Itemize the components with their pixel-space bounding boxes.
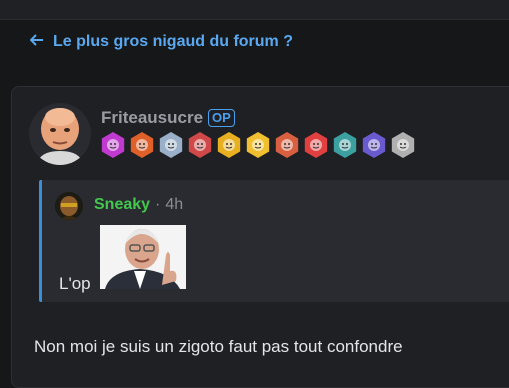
quote-separator: · bbox=[155, 196, 161, 213]
rainbow-badge-icon[interactable] bbox=[217, 132, 241, 158]
face-badge-icon[interactable] bbox=[304, 132, 328, 158]
badge-list bbox=[100, 132, 416, 158]
back-to-thread-link[interactable]: Le plus gros nigaud du forum ? bbox=[29, 33, 293, 51]
quote-author-name[interactable]: Sneaky bbox=[94, 196, 150, 214]
thread-title[interactable]: Le plus gros nigaud du forum ? bbox=[53, 33, 293, 51]
author-avatar[interactable] bbox=[29, 103, 91, 165]
author-name[interactable]: Friteausucre bbox=[101, 108, 203, 128]
top-bar bbox=[0, 0, 509, 20]
old-man-pointing-meme[interactable] bbox=[100, 225, 186, 289]
quote-timestamp: 4h bbox=[165, 196, 184, 213]
face-badge-icon[interactable] bbox=[159, 132, 183, 158]
face-badge-icon[interactable] bbox=[275, 132, 299, 158]
author-line: Friteausucre OP bbox=[101, 108, 235, 128]
animal-badge-icon[interactable] bbox=[333, 132, 357, 158]
quote-header: Sneaky · 4h bbox=[94, 196, 183, 214]
quote-text: L'op bbox=[59, 274, 91, 293]
clown-badge-icon[interactable] bbox=[130, 132, 154, 158]
moon-badge-icon[interactable] bbox=[362, 132, 386, 158]
face-badge-icon[interactable] bbox=[188, 132, 212, 158]
quote-author-avatar[interactable] bbox=[55, 192, 83, 220]
face-badge-icon[interactable] bbox=[391, 132, 415, 158]
op-badge: OP bbox=[208, 109, 235, 127]
spiral-badge-icon[interactable] bbox=[101, 132, 125, 158]
post-body: Non moi je suis un zigoto faut pas tout … bbox=[34, 337, 403, 356]
arrow-left-icon bbox=[29, 33, 44, 51]
face-badge-icon[interactable] bbox=[246, 132, 270, 158]
